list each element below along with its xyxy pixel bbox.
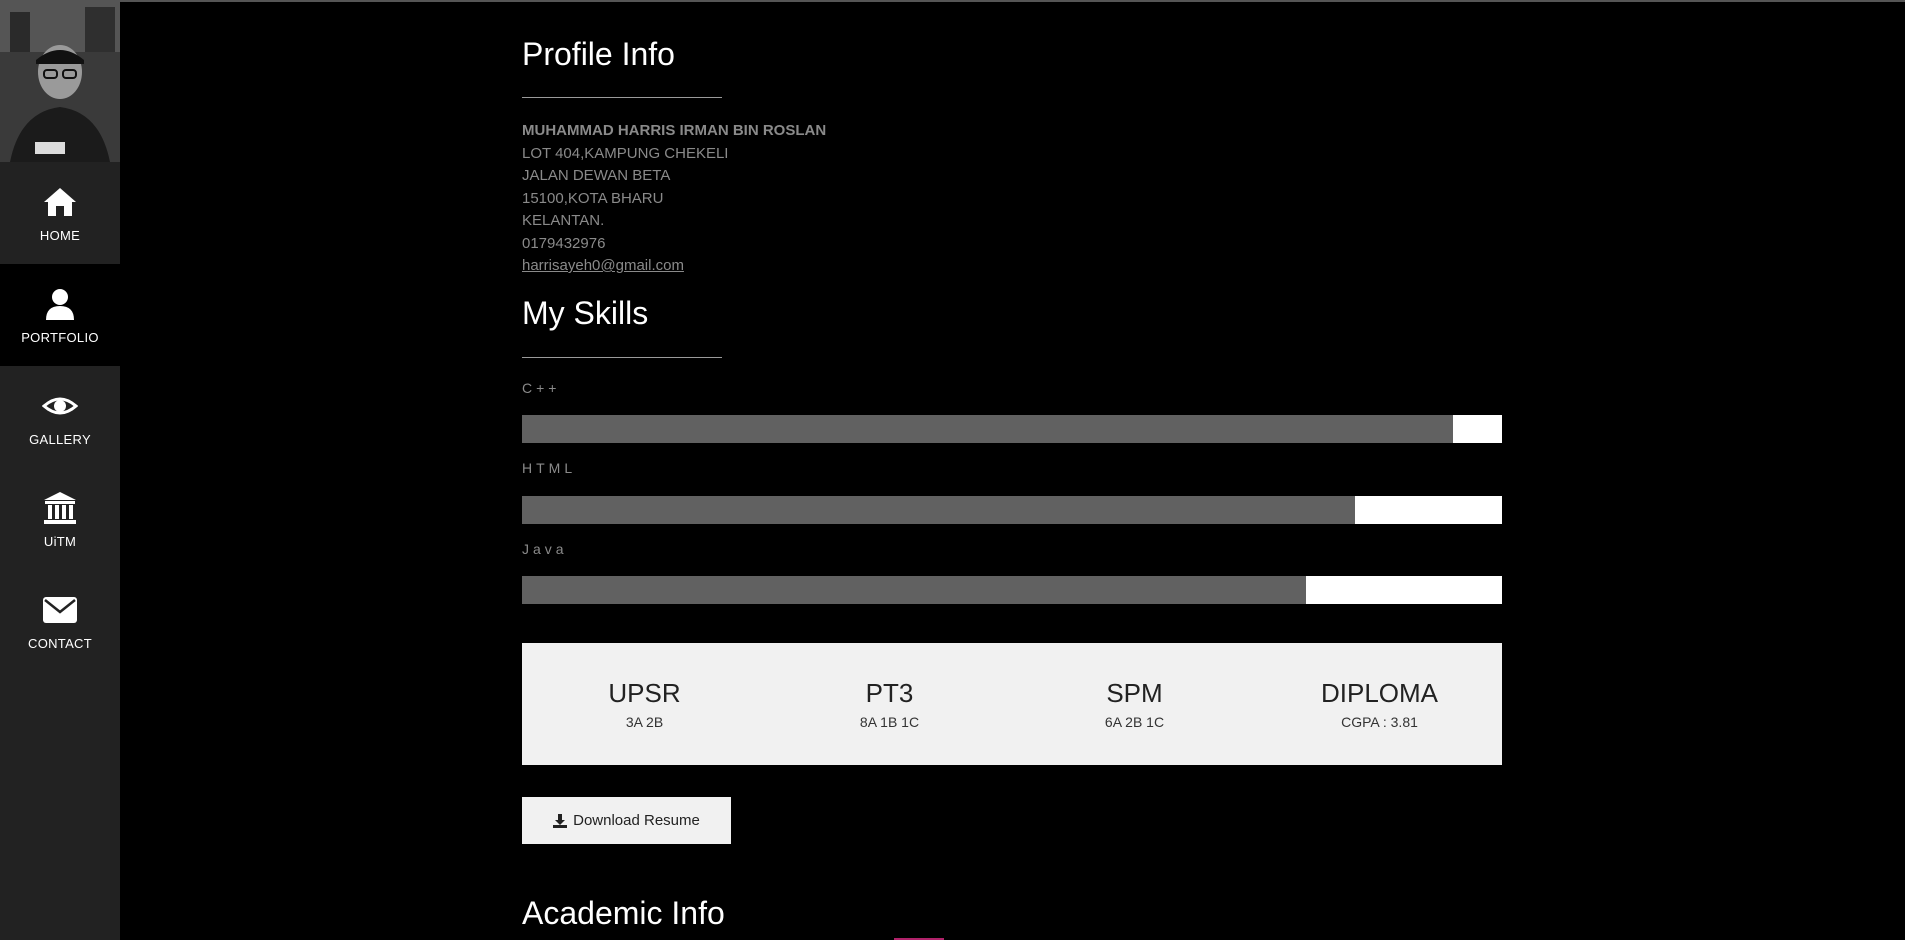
institution-icon	[44, 491, 76, 524]
address-line: KELANTAN.	[522, 212, 605, 229]
profile-email-link[interactable]: harrisayeh0@gmail.com	[522, 257, 684, 274]
download-resume-label: Download Resume	[573, 812, 700, 829]
skill-label-java: Java	[522, 541, 568, 557]
skills-title-rule	[522, 357, 722, 358]
nav-gallery-label: GALLERY	[29, 431, 91, 447]
nav-portfolio-label: PORTFOLIO	[21, 329, 99, 345]
grade-title: PT3	[865, 678, 914, 708]
skill-bar-fill	[522, 496, 1355, 524]
address-line: JALAN DEWAN BETA	[522, 167, 671, 184]
skill-bar-html	[522, 496, 1502, 524]
academic-info-title: Academic Info	[522, 895, 725, 931]
skill-label-html: HTML	[522, 460, 577, 476]
nav-home[interactable]: HOME	[0, 162, 120, 264]
grade-diploma: DIPLOMA CGPA : 3.81	[1257, 643, 1502, 765]
avatar	[0, 2, 120, 162]
grade-pt3: PT3 8A 1B 1C	[767, 643, 1012, 765]
grade-title: UPSR	[608, 678, 681, 708]
address-line: LOT 404,KAMPUNG CHEKELI	[522, 144, 729, 162]
nav-home-label: HOME	[39, 227, 81, 243]
nav-contact-label: CONTACT	[28, 635, 92, 651]
nav-uitm[interactable]: UiTM	[0, 468, 120, 570]
nav-uitm-label: UiTM	[43, 533, 77, 549]
profile-info-title: Profile Info	[522, 36, 675, 72]
grade-upsr: UPSR 3A 2B	[522, 643, 767, 765]
home-icon	[44, 187, 76, 216]
grade-spm: SPM 6A 2B 1C	[1012, 643, 1257, 765]
grade-value: 3A 2B	[625, 714, 664, 730]
nav-gallery[interactable]: GALLERY	[0, 366, 120, 468]
grade-title: SPM	[1106, 678, 1163, 708]
profile-phone: 0179432976	[522, 234, 606, 252]
nav-portfolio[interactable]: PORTFOLIO	[0, 264, 120, 366]
profile-title-rule	[522, 97, 722, 98]
eye-icon	[42, 397, 78, 414]
envelope-icon	[43, 596, 77, 623]
skill-bar-java	[522, 576, 1502, 604]
user-icon	[46, 288, 74, 320]
my-skills-title: My Skills	[522, 295, 649, 331]
skill-label-cpp: C++	[522, 380, 561, 396]
download-icon	[553, 813, 568, 828]
grade-value: 8A 1B 1C	[859, 714, 920, 730]
sidebar: HOME PORTFOLIO GALLERY UiTM CONTACT	[0, 2, 120, 940]
skill-bar-fill	[522, 415, 1453, 443]
profile-name: MUHAMMAD HARRIS IRMAN BIN ROSLAN	[522, 122, 827, 139]
grade-title: DIPLOMA	[1320, 678, 1439, 708]
profile-details: MUHAMMAD HARRIS IRMAN BIN ROSLAN LOT 404…	[522, 120, 826, 278]
download-resume-button[interactable]: Download Resume	[522, 797, 731, 844]
address-line: 15100,KOTA BHARU	[522, 189, 664, 207]
top-border	[0, 0, 1905, 2]
grade-value: CGPA : 3.81	[1341, 714, 1418, 730]
skill-bar-fill	[522, 576, 1306, 604]
nav-contact[interactable]: CONTACT	[0, 570, 120, 672]
skill-bar-cpp	[522, 415, 1502, 443]
grades-panel: UPSR 3A 2B PT3 8A 1B 1C SPM 6A 2B 1C DIP…	[522, 643, 1502, 765]
grade-value: 6A 2B 1C	[1104, 714, 1165, 730]
